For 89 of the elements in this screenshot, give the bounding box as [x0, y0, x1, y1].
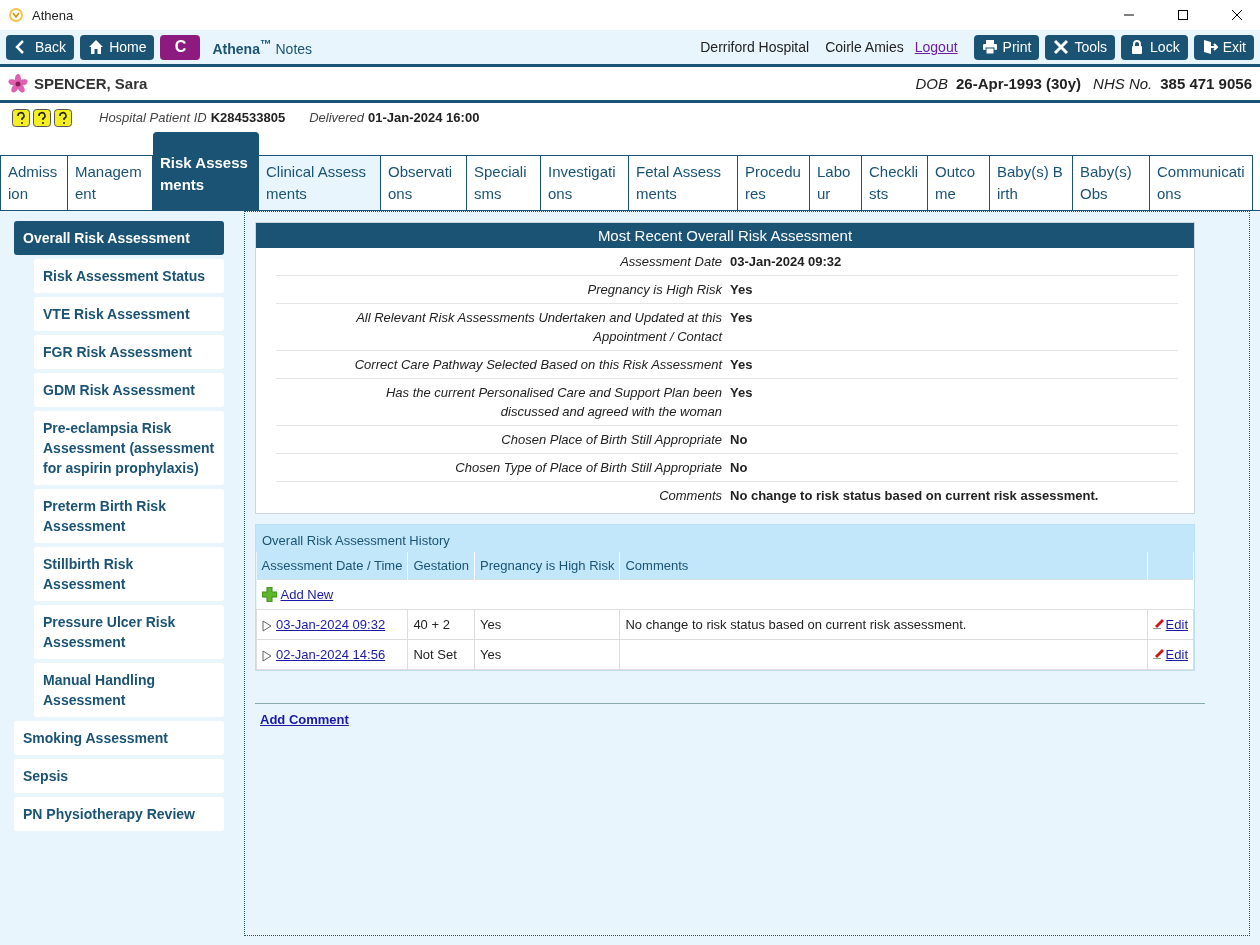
- nhs-value: 385 471 9056: [1160, 75, 1252, 92]
- field-value: 03-Jan-2024 09:32: [730, 253, 842, 271]
- app-logo-icon: [8, 7, 24, 23]
- tab[interactable]: Checklists: [862, 155, 928, 210]
- field-value: Yes: [730, 356, 753, 374]
- field-value: Yes: [730, 384, 753, 402]
- tab[interactable]: Communications: [1150, 155, 1253, 210]
- delivered-label: Delivered: [309, 110, 365, 125]
- expand-icon[interactable]: [262, 619, 272, 632]
- field-label: All Relevant Risk Assessments Undertaken and Updated at this Appointment / Contact: [355, 309, 722, 346]
- tab[interactable]: Management: [68, 155, 153, 210]
- sidebar-subitem[interactable]: Risk Assessment Status: [34, 259, 224, 293]
- dob-value: 26-Apr-1993 (30y): [956, 75, 1082, 92]
- field-label: Correct Care Pathway Selected Based on this Risk Assessment: [353, 356, 722, 374]
- sidebar-subitem[interactable]: FGR Risk Assessment: [34, 335, 224, 369]
- table-cell: Yes: [474, 639, 620, 670]
- patient-name: SPENCER, Sara: [34, 75, 148, 92]
- hospital-id-label: Hospital Patient ID: [99, 110, 207, 125]
- field-label: Assessment Date: [619, 253, 722, 271]
- table-cell: No change to risk status based on current risk assessment.: [619, 609, 1148, 640]
- field-label: Chosen Type of Place of Birth Still Appropriate: [454, 459, 722, 477]
- table-cell: Not Set: [407, 639, 475, 670]
- help-icon[interactable]: [54, 108, 72, 127]
- plus-icon: [261, 587, 277, 602]
- tab[interactable]: Risk Assessments: [153, 132, 259, 210]
- exit-button[interactable]: Exit: [1193, 34, 1254, 60]
- table-cell: Yes: [474, 609, 620, 640]
- app-name: Athena$^{™}$ Notes: [212, 37, 313, 57]
- field-label: Pregnancy is High Risk: [586, 281, 722, 299]
- tab[interactable]: Admission: [0, 155, 68, 210]
- tab[interactable]: Observations: [381, 155, 467, 210]
- column-header: Pregnancy is High Risk: [474, 552, 620, 580]
- sidebar-item[interactable]: Smoking Assessment: [14, 721, 224, 755]
- home-button[interactable]: Home: [80, 34, 155, 60]
- exit-icon: [1201, 39, 1218, 55]
- pencil-icon: [1152, 617, 1165, 629]
- tab[interactable]: Clinical Assessments: [259, 155, 381, 210]
- sidebar-subitem[interactable]: Pressure Ulcer Risk Assessment: [34, 605, 224, 659]
- column-header: Comments: [619, 552, 1148, 580]
- hospital-id-value: K284533805: [210, 110, 286, 125]
- print-button[interactable]: Print: [973, 34, 1040, 60]
- app-badge-button[interactable]: C: [160, 34, 201, 60]
- nhs-label: NHS No.: [1093, 75, 1153, 92]
- dob-label: DOB: [915, 75, 948, 92]
- tab[interactable]: Labour: [810, 155, 862, 210]
- sidebar-subitem[interactable]: Pre-eclampsia Risk Assessment (assessment for aspirin prophylaxis): [34, 411, 224, 485]
- sidebar-subitem[interactable]: GDM Risk Assessment: [34, 373, 224, 407]
- tab[interactable]: Procedures: [738, 155, 810, 210]
- card-title: Most Recent Overall Risk Assessment: [256, 223, 1194, 248]
- field-label: Chosen Place of Birth Still Appropriate: [500, 431, 722, 449]
- column-header: Gestation: [407, 552, 475, 580]
- tab[interactable]: Specialisms: [467, 155, 541, 210]
- back-button[interactable]: Back: [6, 34, 75, 60]
- sidebar-subitem[interactable]: Manual Handling Assessment: [34, 663, 224, 717]
- tab[interactable]: Baby(s) Birth: [990, 155, 1073, 210]
- column-header: Assessment Date / Time: [256, 552, 408, 580]
- history-title: Overall Risk Assessment History: [256, 525, 1194, 552]
- sidebar-item[interactable]: Sepsis: [14, 759, 224, 793]
- table-cell: 40 + 2: [407, 609, 475, 640]
- sidebar-subitem[interactable]: Stillbirth Risk Assessment: [34, 547, 224, 601]
- add-comment-link[interactable]: Add Comment: [260, 712, 349, 727]
- window-title: Athena: [32, 7, 74, 23]
- user-name: Coirle Amies: [825, 39, 904, 55]
- sidebar-item[interactable]: PN Physiotherapy Review: [14, 797, 224, 831]
- sidebar-subitem[interactable]: Preterm Birth Risk Assessment: [34, 489, 224, 543]
- tab[interactable]: Investigations: [541, 155, 629, 210]
- pencil-icon: [1152, 647, 1165, 659]
- tab[interactable]: Fetal Assessments: [629, 155, 738, 210]
- flower-icon: [8, 73, 28, 94]
- expand-icon[interactable]: [262, 649, 272, 662]
- field-value: Yes: [730, 281, 753, 299]
- sidebar-subitem[interactable]: VTE Risk Assessment: [34, 297, 224, 331]
- printer-icon: [981, 39, 998, 55]
- field-value: No change to risk status based on current risk assessment.: [730, 487, 1099, 505]
- field-label: Comments: [658, 487, 722, 505]
- sidebar-item[interactable]: Overall Risk Assessment: [14, 221, 224, 255]
- field-value: No: [730, 431, 748, 449]
- home-icon: [88, 39, 105, 55]
- field-value: Yes: [730, 309, 753, 327]
- hospital-name: Derriford Hospital: [700, 39, 810, 55]
- logout-link[interactable]: Logout: [914, 39, 958, 55]
- lock-button[interactable]: Lock: [1121, 34, 1188, 60]
- delivered-value: 01-Jan-2024 16:00: [368, 110, 480, 125]
- add-new-link[interactable]: Add New: [280, 587, 334, 602]
- field-label: Has the current Personalised Care and Support Plan been discussed and agreed with the woman: [384, 384, 722, 421]
- field-value: No: [730, 459, 748, 477]
- tab[interactable]: Baby(s) Obs: [1073, 155, 1150, 210]
- tab[interactable]: Outcome: [928, 155, 990, 210]
- tools-button[interactable]: Tools: [1045, 34, 1116, 60]
